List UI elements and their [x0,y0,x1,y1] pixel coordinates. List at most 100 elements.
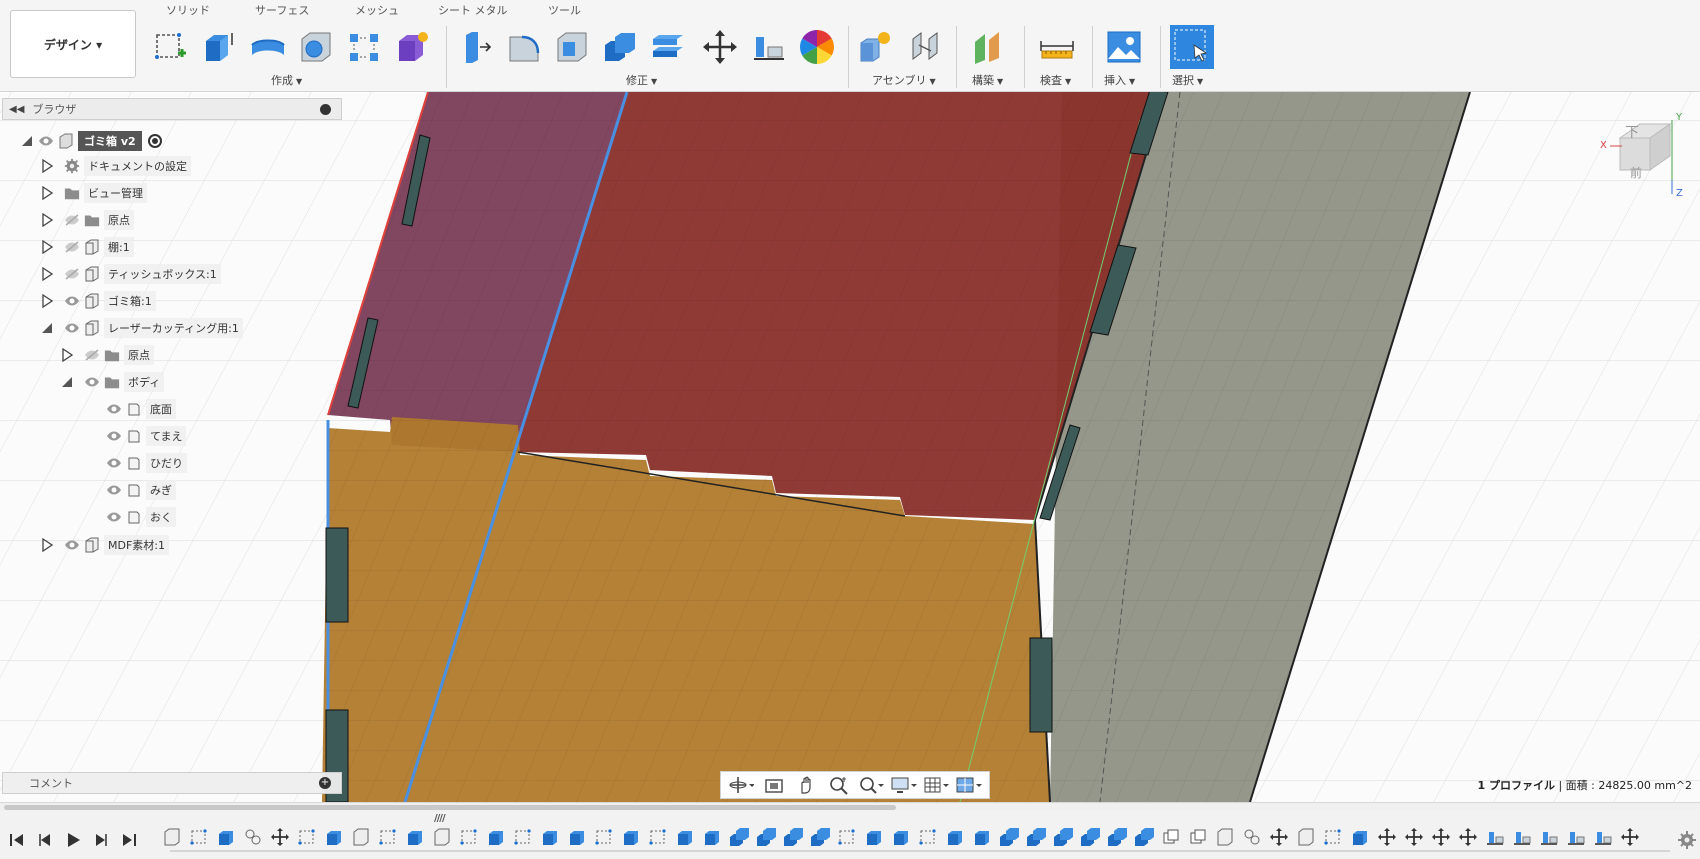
timeline-scrollbar[interactable] [0,803,1700,811]
tree-item-tissue-box[interactable]: ティッシュボックス:1 [40,263,221,285]
viewcube[interactable]: 下 前 X Y Z [1600,112,1690,202]
insert-menu[interactable]: 挿入 ▼ [1104,72,1135,88]
tree-item-view-management[interactable]: ビュー管理 [40,182,147,204]
timeline-feature-combine[interactable] [997,825,1021,849]
expanded-triangle-icon[interactable] [60,375,74,389]
timeline-feature-sketch[interactable] [835,825,859,849]
timeline-feature-sketch[interactable] [1321,825,1345,849]
timeline-feature-move[interactable] [1402,825,1426,849]
timeline-feature-sketch[interactable] [376,825,400,849]
timeline-settings-button[interactable] [1676,829,1698,851]
assemble-menu[interactable]: アセンブリ ▼ [872,72,936,88]
timeline-feature-combine[interactable] [754,825,778,849]
timeline-feature-extrude[interactable] [1348,825,1372,849]
timeline-feature-combine[interactable] [727,825,751,849]
hidden-eye-icon[interactable] [64,268,80,280]
hole-button[interactable] [296,26,336,68]
tree-item-document-settings[interactable]: ドキュメントの設定 [40,155,191,177]
extrude-button[interactable] [198,26,238,68]
timeline-feature-align[interactable] [1591,825,1615,849]
visibility-eye-icon[interactable] [64,322,80,334]
new-component-button[interactable] [856,26,896,68]
timeline-feature-move[interactable] [268,825,292,849]
look-at-button[interactable] [760,774,788,796]
timeline-feature-extrude[interactable] [943,825,967,849]
timeline-feature-extrude[interactable] [565,825,589,849]
timeline-feature-extrude[interactable] [403,825,427,849]
hidden-eye-icon[interactable] [64,214,80,226]
activate-radio-icon[interactable] [147,134,162,148]
construct-menu[interactable]: 構築 ▼ [972,72,1003,88]
timeline-feature-sketch[interactable] [511,825,535,849]
timeline-feature-align[interactable] [1510,825,1534,849]
expand-triangle-icon[interactable] [40,212,54,228]
timeline-feature-combine[interactable] [1132,825,1156,849]
select-button[interactable] [1170,25,1214,69]
combine-button[interactable] [600,26,640,68]
timeline-feature-align[interactable] [1564,825,1588,849]
timeline-feature-combine[interactable] [1051,825,1075,849]
timeline-feature-extrude[interactable] [484,825,508,849]
timeline-feature-copy[interactable] [1186,825,1210,849]
timeline-feature-joint[interactable] [1240,825,1264,849]
go-to-end-button[interactable] [118,829,140,851]
timeline-feature-sketch[interactable] [916,825,940,849]
offset-plane-button[interactable] [970,26,1010,68]
timeline-feature-extrude[interactable] [700,825,724,849]
visibility-eye-icon[interactable] [106,403,122,415]
split-body-button[interactable] [648,26,688,68]
tree-item-shelf[interactable]: 棚:1 [40,236,134,258]
tree-item-origin-sub[interactable]: 原点 [60,344,154,366]
timeline-feature-sketch[interactable] [646,825,670,849]
timeline-feature-extrude[interactable] [538,825,562,849]
grid-settings-button[interactable] [922,774,950,796]
pan-button[interactable] [792,774,820,796]
timeline-feature-extrude[interactable] [889,825,913,849]
expand-triangle-icon[interactable] [40,293,54,309]
timeline-feature-body[interactable] [160,825,184,849]
expand-triangle-icon[interactable] [40,158,54,174]
visibility-eye-icon[interactable] [84,376,100,388]
timeline-feature-copy[interactable] [1159,825,1183,849]
timeline-feature-combine[interactable] [781,825,805,849]
timeline-feature-extrude[interactable] [214,825,238,849]
insert-image-button[interactable] [1104,26,1144,68]
timeline-feature-move[interactable] [1429,825,1453,849]
visibility-eye-icon[interactable] [106,511,122,523]
workspace-switcher-button[interactable]: デザイン ▾ [10,10,136,78]
tree-root[interactable]: ゴミ箱 v2 [20,130,162,152]
create-menu[interactable]: 作成 ▼ [271,72,302,88]
select-menu[interactable]: 選択 ▼ [1172,72,1203,88]
create-form-button[interactable] [392,26,432,68]
visibility-eye-icon[interactable] [106,430,122,442]
visibility-eye-icon[interactable] [106,484,122,496]
timeline-feature-move[interactable] [1456,825,1480,849]
tree-body-left[interactable]: ひだり [102,452,187,474]
viewports-button[interactable] [955,774,983,796]
tree-item-mdf[interactable]: MDF素材:1 [40,534,169,556]
timeline-feature-body[interactable] [1213,825,1237,849]
step-forward-button[interactable] [90,829,112,851]
tree-body-right[interactable]: みぎ [102,479,176,501]
tab-solid[interactable]: ソリッド [166,2,210,24]
timeline-feature-combine[interactable] [808,825,832,849]
timeline-feature-move[interactable] [1618,825,1642,849]
create-sketch-button[interactable] [150,26,190,68]
modify-menu[interactable]: 修正 ▼ [626,72,657,88]
timeline-feature-sketch[interactable] [457,825,481,849]
tree-item-laser-cutting[interactable]: レーザーカッティング用:1 [40,317,243,339]
visibility-eye-icon[interactable] [64,295,80,307]
fit-menu-button[interactable] [857,774,885,796]
align-button[interactable] [748,26,788,68]
measure-button[interactable] [1037,26,1077,68]
hidden-eye-icon[interactable] [84,349,100,361]
visibility-eye-icon[interactable] [64,539,80,551]
orbit-button[interactable] [727,774,755,796]
tab-tools[interactable]: ツール [548,2,581,24]
expand-triangle-icon[interactable] [40,185,54,201]
display-settings-button[interactable] [890,774,918,796]
visibility-eye-icon[interactable] [106,457,122,469]
timeline-feature-body[interactable] [430,825,454,849]
timeline-feature-body[interactable] [1294,825,1318,849]
timeline-feature-extrude[interactable] [862,825,886,849]
